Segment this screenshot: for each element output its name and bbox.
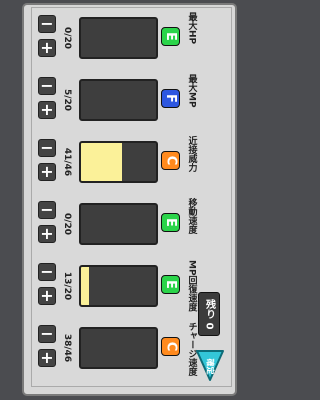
stat-label: 最大HP: [186, 12, 197, 45]
increase-button[interactable]: +: [38, 225, 56, 243]
stat-bar: [79, 17, 158, 59]
decrease-button[interactable]: −: [38, 15, 56, 33]
stat-bar: [79, 79, 158, 121]
stat-row-melee-power: − + 41/46 C 近接威力: [32, 132, 231, 194]
grade-badge: E: [161, 275, 180, 294]
decrease-button[interactable]: −: [38, 325, 56, 343]
stat-count: 5/20: [62, 88, 73, 112]
decrease-button[interactable]: −: [38, 77, 56, 95]
stat-row-move-speed: − + 0/20 E 移動速度: [32, 194, 231, 256]
grade-badge: C: [161, 337, 180, 356]
stat-row-max-mp: − + 5/20 F 最大MP: [32, 70, 231, 132]
stat-bar-fill: [81, 267, 89, 305]
stat-count: 13/20: [62, 271, 72, 301]
stat-bar: [79, 141, 158, 183]
decrease-button[interactable]: −: [38, 139, 56, 157]
stat-bar: [79, 265, 158, 307]
stat-bar: [79, 327, 158, 369]
grade-badge: C: [161, 151, 180, 170]
increase-button[interactable]: +: [38, 287, 56, 305]
stat-label: 近接威力: [186, 136, 197, 172]
decrease-button[interactable]: −: [38, 263, 56, 281]
stat-label: MP回復速度: [186, 260, 197, 312]
decrease-button[interactable]: −: [38, 201, 56, 219]
stat-count: 41/46: [62, 147, 72, 177]
increase-button[interactable]: +: [38, 101, 56, 119]
grade-badge: F: [161, 89, 180, 108]
grade-badge: E: [161, 27, 180, 46]
stat-count: 38/46: [62, 333, 72, 363]
grade-badge: E: [161, 213, 180, 232]
increase-button[interactable]: +: [38, 163, 56, 181]
remaining-points-badge: 残り 0: [198, 292, 220, 336]
stat-bar: [79, 203, 158, 245]
confirm-button[interactable]: 確定: [195, 350, 225, 382]
stat-count: 0/20: [62, 26, 73, 50]
increase-button[interactable]: +: [38, 349, 56, 367]
stat-row-max-hp: − + 0/20 E 最大HP: [32, 8, 231, 70]
stat-bar-fill: [81, 143, 123, 181]
stat-label: 最大MP: [186, 74, 197, 108]
stat-label: 移動速度: [186, 198, 197, 234]
increase-button[interactable]: +: [38, 39, 56, 57]
stat-count: 0/20: [62, 212, 73, 236]
